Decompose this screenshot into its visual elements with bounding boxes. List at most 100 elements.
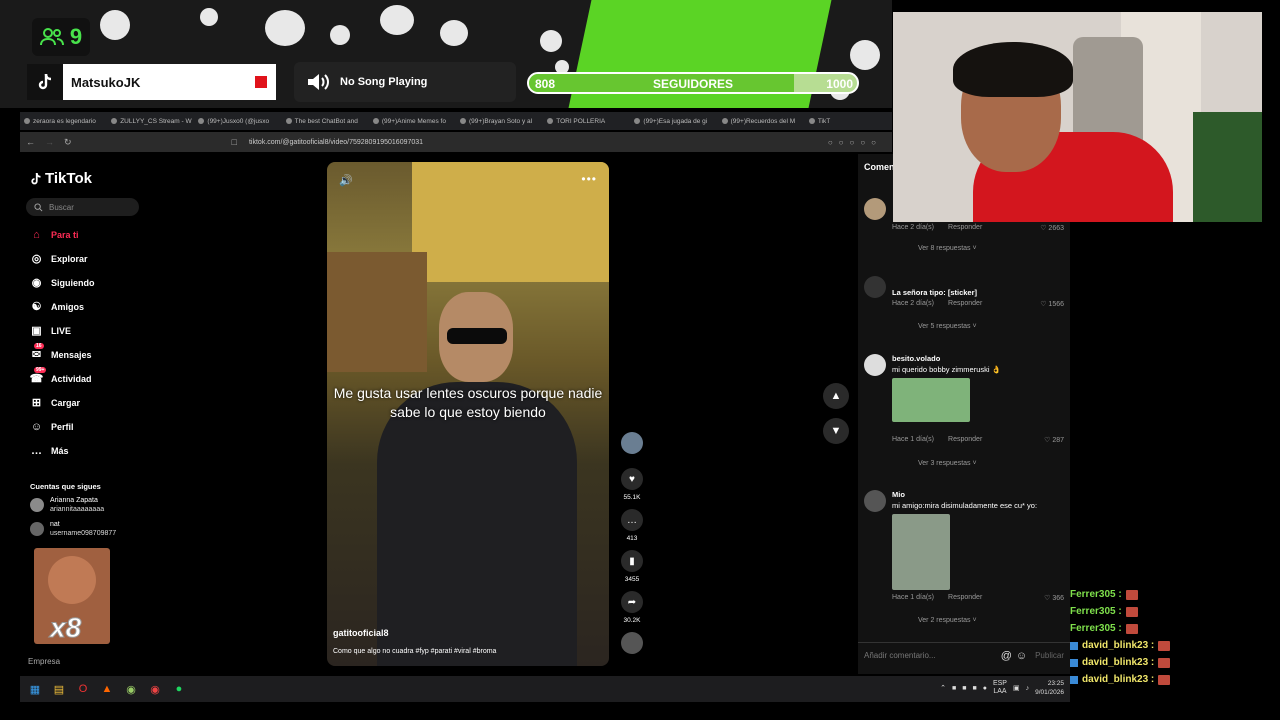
view-replies-button[interactable]: Ver 3 respuestas ˅ bbox=[918, 460, 977, 467]
reply-button[interactable]: Responder bbox=[948, 436, 982, 444]
avatar[interactable] bbox=[864, 490, 886, 512]
view-replies-button[interactable]: Ver 5 respuestas ˅ bbox=[918, 323, 977, 330]
like-button[interactable]: ♡ 2663 bbox=[1040, 224, 1064, 232]
like-button[interactable]: ♥ 55.1K bbox=[617, 468, 647, 501]
next-video-button[interactable]: ▼ bbox=[823, 418, 849, 444]
nav-item-amigos[interactable]: ☯ Amigos bbox=[30, 300, 84, 313]
browser-tab[interactable]: (99+)Jusxo0 (@jusxo bbox=[198, 118, 281, 125]
emoji-icon[interactable]: ☺ bbox=[1016, 650, 1027, 662]
tab-title: TORI POLLERIA bbox=[556, 117, 606, 125]
back-icon[interactable]: ← bbox=[26, 137, 35, 147]
add-comment-input[interactable]: Añadir comentario... @ ☺ Publicar bbox=[858, 642, 1070, 668]
share-count: 30.2K bbox=[623, 617, 641, 624]
browser-tab[interactable]: (99+)Esa jugada de gi bbox=[634, 118, 717, 125]
browser-tab[interactable]: (99+)Anime Memes fo bbox=[372, 118, 456, 125]
reply-button[interactable]: Responder bbox=[948, 594, 982, 602]
reload-icon[interactable]: ↻ bbox=[64, 137, 72, 148]
like-count: 1566 bbox=[1048, 301, 1064, 308]
tray-app-icon[interactable]: ■ bbox=[962, 685, 966, 692]
browser-tab[interactable]: (99+)Brayan Soto y al bbox=[460, 118, 543, 125]
nav-item-siguiendo[interactable]: ◉ Siguiendo bbox=[30, 276, 95, 289]
avatar[interactable] bbox=[864, 198, 886, 220]
browser-tab[interactable]: The best ChatBot and bbox=[285, 117, 369, 125]
network-icon[interactable]: ▣ bbox=[1013, 684, 1020, 692]
nav-item-perfil[interactable]: ☺ Perfil bbox=[30, 420, 74, 433]
nav-item-actividad[interactable]: ☎ Actividad 99+ bbox=[30, 367, 92, 385]
nav-item-cargar[interactable]: ⊞ Cargar bbox=[30, 396, 80, 409]
file-explorer-icon[interactable]: ▤ bbox=[50, 680, 68, 698]
reply-button[interactable]: Responder bbox=[948, 300, 982, 308]
tab-favicon-icon bbox=[721, 118, 728, 124]
following-account[interactable]: nat username098709877 bbox=[30, 520, 116, 538]
chevron-down-icon: ▼ bbox=[830, 425, 842, 437]
footer-link[interactable]: Empresa bbox=[28, 657, 60, 666]
bookmark-icon[interactable]: □ bbox=[232, 137, 237, 147]
view-replies-label: Ver 8 respuestas bbox=[918, 245, 971, 252]
app-icon[interactable]: ◉ bbox=[122, 680, 140, 698]
forward-icon[interactable]: → bbox=[45, 137, 54, 147]
spotify-icon[interactable]: ● bbox=[170, 680, 188, 698]
tiktok-note-icon bbox=[31, 172, 41, 184]
chat-username: david_blink23 : bbox=[1082, 657, 1155, 668]
volume-icon[interactable]: 🔊 bbox=[339, 174, 353, 187]
emote-icon bbox=[1125, 589, 1138, 600]
clock[interactable]: 23:25 9/01/2026 bbox=[1035, 679, 1064, 697]
extensions-icons[interactable]: ○○○○○ bbox=[828, 138, 882, 147]
brave-icon[interactable]: ▲ bbox=[98, 680, 116, 698]
view-replies-button[interactable]: Ver 8 respuestas ˅ bbox=[918, 245, 977, 252]
browser-tab[interactable]: (99+)Recuerdos del M bbox=[721, 118, 805, 125]
following-account[interactable]: Arianna Zapata ariannitaaaaaaaa bbox=[30, 496, 104, 514]
comment-user[interactable]: La señora tipo: [sticker] bbox=[892, 288, 977, 297]
nav-item-live[interactable]: ▣ LIVE bbox=[30, 324, 71, 337]
avatar[interactable] bbox=[864, 354, 886, 376]
sound-disc[interactable] bbox=[617, 632, 647, 654]
video-author[interactable]: gatitooficial8 bbox=[333, 628, 389, 638]
browser-tab[interactable]: ZULLYY_CS Stream - W bbox=[111, 118, 194, 125]
reply-button[interactable]: Responder bbox=[948, 224, 982, 232]
search-input[interactable]: Buscar bbox=[26, 198, 139, 216]
share-button[interactable]: ➦ 30.2K bbox=[617, 591, 647, 624]
microphone-icon[interactable]: ● bbox=[983, 685, 987, 692]
chat-overlay: Ferrer305 : Ferrer305 : Ferrer305 : david_b… bbox=[1070, 586, 1280, 686]
windows-start-icon[interactable]: ▦ bbox=[26, 680, 44, 698]
nav-item-mensajes[interactable]: ✉ Mensajes 16 bbox=[30, 343, 92, 361]
comment-user[interactable]: besito.volado bbox=[892, 354, 940, 363]
tray-app-icon[interactable]: ■ bbox=[972, 685, 976, 692]
tab-title: The best ChatBot and bbox=[294, 117, 358, 125]
browser-tab[interactable]: TORI POLLERIA bbox=[547, 118, 630, 125]
photo-image bbox=[892, 514, 950, 590]
view-replies-label: Ver 2 respuestas bbox=[918, 617, 971, 624]
avatar[interactable] bbox=[864, 276, 886, 298]
view-replies-button[interactable]: Ver 2 respuestas ˅ bbox=[918, 617, 977, 624]
browser-tab[interactable]: TikT bbox=[808, 118, 892, 125]
nav-item-explorar[interactable]: ◎ Explorar bbox=[30, 252, 88, 265]
nav-item-más[interactable]: … Más bbox=[30, 444, 69, 457]
nav-label: Perfil bbox=[51, 421, 74, 432]
tiktok-logo[interactable]: TikTok bbox=[30, 170, 92, 187]
comment-button[interactable]: … 413 bbox=[617, 509, 647, 542]
obs-icon[interactable]: ◉ bbox=[146, 680, 164, 698]
nav-item-para-ti[interactable]: ⌂ Para ti bbox=[30, 228, 78, 241]
browser-tab[interactable]: zeraora es legendario bbox=[24, 118, 107, 125]
url-field[interactable]: tiktok.com/@gatitooficial8/video/7592809… bbox=[249, 139, 423, 146]
publish-button[interactable]: Publicar bbox=[1035, 651, 1064, 660]
followers-goal-bar: 808 SEGUIDORES 1000 bbox=[527, 72, 859, 94]
volume-icon[interactable]: ♪ bbox=[1026, 685, 1030, 692]
streamer-name: MatsukoJK bbox=[71, 74, 141, 90]
tray-app-icon[interactable]: ■ bbox=[952, 685, 956, 692]
opera-icon[interactable]: O bbox=[74, 680, 92, 698]
previous-video-button[interactable]: ▲ bbox=[823, 383, 849, 409]
viewer-counter: 9 bbox=[32, 18, 90, 56]
mention-icon[interactable]: @ bbox=[1001, 650, 1012, 662]
more-options-icon[interactable]: ••• bbox=[581, 172, 597, 186]
like-button[interactable]: ♡ 1566 bbox=[1040, 300, 1064, 308]
comment-user[interactable]: Mio bbox=[892, 490, 905, 499]
creator-avatar[interactable] bbox=[617, 432, 647, 454]
video-player[interactable]: 🔊 ••• Me gusta usar lentes oscuros porqu… bbox=[327, 162, 609, 666]
save-button[interactable]: ▮ 3455 bbox=[617, 550, 647, 583]
like-button[interactable]: ♡ 366 bbox=[1044, 594, 1064, 602]
like-button[interactable]: ♡ 287 bbox=[1044, 436, 1064, 444]
language-indicator[interactable]: ESP LAA bbox=[993, 680, 1007, 696]
chevron-up-icon[interactable]: ⌃ bbox=[940, 684, 946, 692]
chat-message: david_blink23 : bbox=[1070, 637, 1280, 654]
